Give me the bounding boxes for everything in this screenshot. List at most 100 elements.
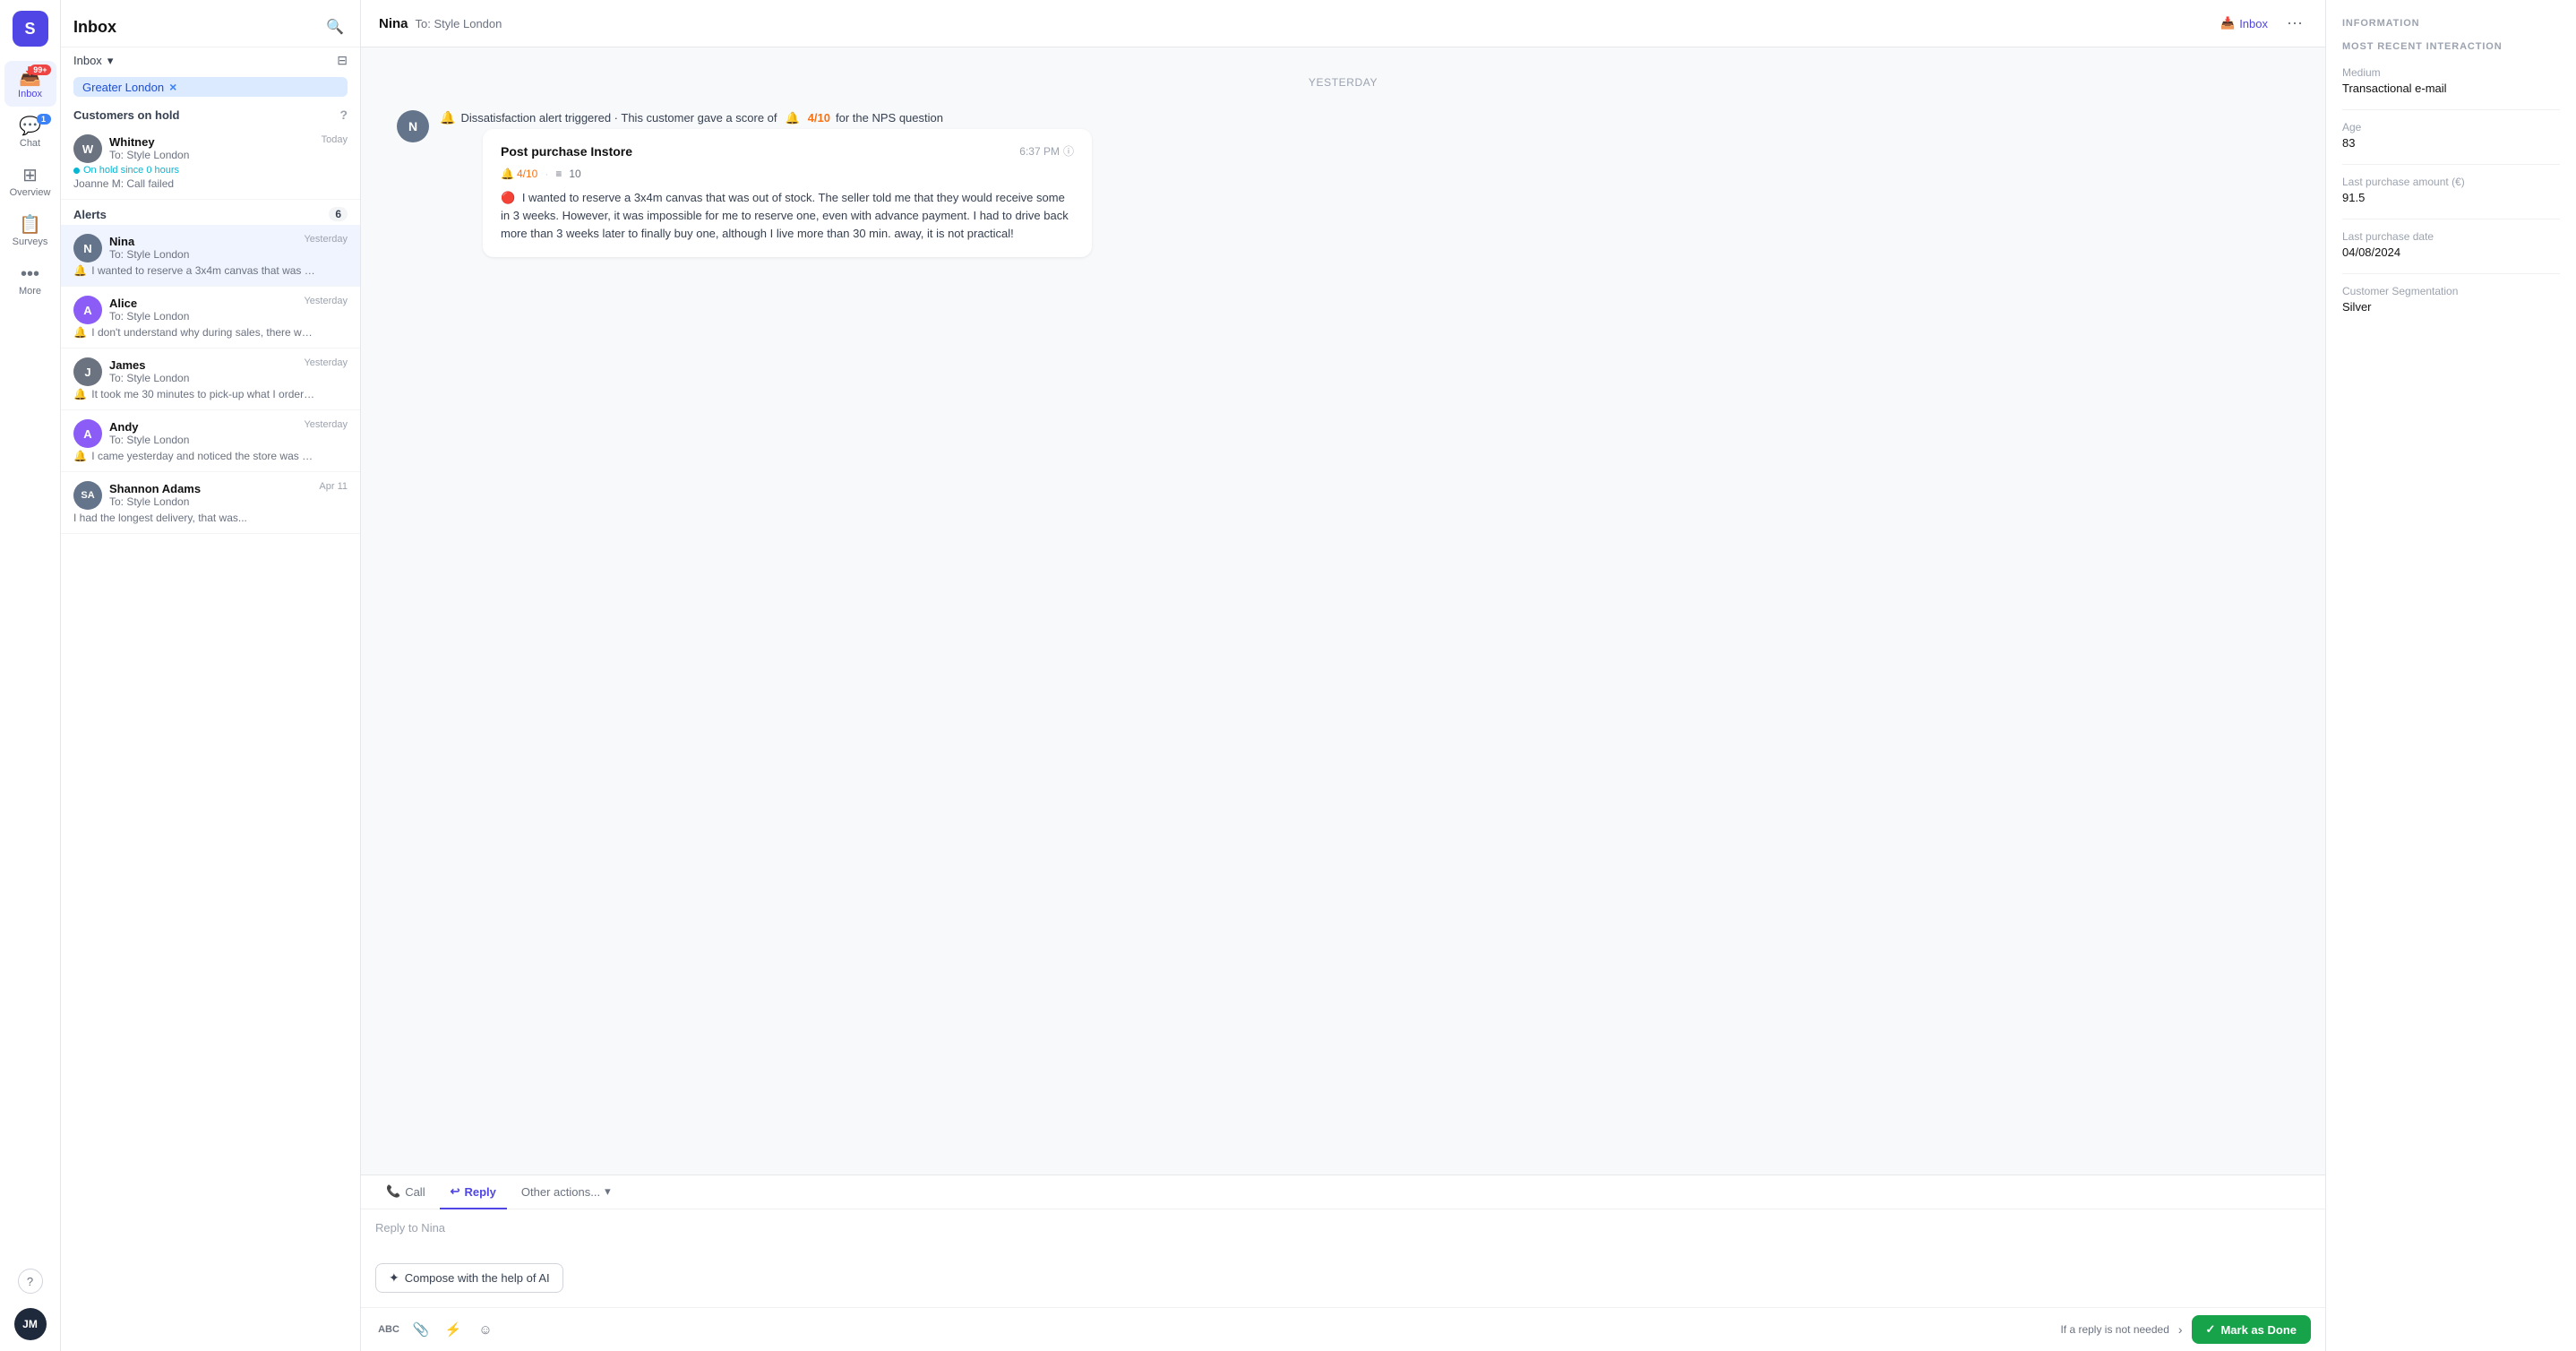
abc-format-button[interactable]: ABC	[375, 1316, 402, 1343]
conversation-item-whitney[interactable]: W Whitney To: Style London Today On hold…	[61, 125, 360, 200]
bolt-icon: ⚡	[445, 1321, 462, 1338]
inbox-filter-label[interactable]: Inbox	[73, 54, 102, 67]
reply-input-area[interactable]: Reply to Nina	[361, 1209, 2325, 1263]
info-purchase-date-value: 04/08/2024	[2342, 245, 2560, 259]
nav-item-inbox[interactable]: 📥 99+ Inbox	[4, 61, 56, 107]
main-kebab-button[interactable]: ⋯	[2282, 11, 2307, 36]
on-hold-help-icon[interactable]: ?	[339, 108, 348, 122]
alerts-section-label: Alerts	[73, 208, 107, 221]
compose-ai-button[interactable]: ✦ Compose with the help of AI	[375, 1263, 563, 1293]
alice-date: Yesterday	[304, 296, 348, 306]
chat-badge: 1	[37, 114, 51, 125]
reply-placeholder: Reply to Nina	[375, 1221, 445, 1235]
whitney-avatar: W	[73, 134, 102, 163]
filter-tag-label: Greater London	[82, 81, 164, 94]
shannon-avatar: SA	[73, 481, 102, 510]
info-panel: INFORMATION MOST RECENT INTERACTION Medi…	[2325, 0, 2576, 1351]
filter-tag-close[interactable]: ×	[169, 80, 176, 94]
call-tab-icon: 📞	[386, 1184, 400, 1199]
nav-sidebar: S 📥 99+ Inbox 💬 1 Chat ⊞ Overview 📋 Surv…	[0, 0, 61, 1351]
info-age-value: 83	[2342, 136, 2560, 150]
andy-avatar: A	[73, 419, 102, 448]
nav-item-more[interactable]: ••• More	[4, 258, 56, 304]
main-to: To: Style London	[416, 17, 502, 30]
on-hold-tag: On hold since 0 hours	[73, 165, 348, 176]
error-dot-icon: 🔴	[501, 191, 515, 204]
help-icon: ?	[27, 1275, 33, 1288]
andy-preview: 🔔 I came yesterday and noticed the store…	[73, 450, 315, 462]
conversation-item-nina[interactable]: N Nina To: Style London Yesterday 🔔 I wa…	[61, 225, 360, 287]
messages-area: YESTERDAY N 🔔 Dissatisfaction alert trig…	[361, 47, 2325, 1175]
info-section-title: INFORMATION	[2342, 18, 2560, 29]
bubble-meta: 🔔 4/10 · ≡ 10	[501, 168, 1074, 180]
user-avatar[interactable]: JM	[14, 1308, 47, 1340]
info-segmentation-label: Customer Segmentation	[2342, 285, 2560, 297]
tab-reply[interactable]: ↩ Reply	[440, 1175, 507, 1209]
bolt-button[interactable]: ⚡	[440, 1316, 467, 1343]
help-button[interactable]: ?	[18, 1269, 43, 1294]
reply-tabs: 📞 Call ↩ Reply Other actions... ▾	[361, 1175, 2325, 1209]
nav-label-more: More	[19, 286, 41, 297]
info-segmentation: Customer Segmentation Silver	[2342, 285, 2560, 314]
nav-item-surveys[interactable]: 📋 Surveys	[4, 209, 56, 254]
on-hold-section-label: Customers on hold	[73, 108, 179, 122]
conversation-item-alice[interactable]: A Alice To: Style London Yesterday 🔔 I d…	[61, 287, 360, 349]
alert-banner: 🔔 Dissatisfaction alert triggered · This…	[440, 110, 2289, 129]
info-purchase-amount-value: 91.5	[2342, 191, 2560, 204]
alerts-count: 6	[329, 207, 348, 221]
date-divider: YESTERDAY	[397, 76, 2289, 89]
andy-name: Andy	[109, 420, 189, 434]
conversation-item-andy[interactable]: A Andy To: Style London Yesterday 🔔 I ca…	[61, 410, 360, 472]
james-preview: 🔔 It took me 30 minutes to pick-up what …	[73, 388, 315, 400]
nav-item-overview[interactable]: ⊞ Overview	[4, 159, 56, 205]
info-icon[interactable]: ⓘ	[1063, 143, 1074, 159]
nav-label-inbox: Inbox	[18, 89, 42, 99]
alert-score: 4/10	[808, 111, 830, 125]
shannon-preview: I had the longest delivery, that was...	[73, 512, 315, 524]
nps-flag-icon: 🔔	[786, 111, 800, 125]
inbox-filter-row: Inbox ▾ ⊟	[61, 47, 360, 73]
nav-label-surveys: Surveys	[13, 237, 48, 247]
nina-avatar: N	[73, 234, 102, 262]
mark-as-done-button[interactable]: ✓ Mark as Done	[2192, 1315, 2311, 1344]
alice-avatar: A	[73, 296, 102, 324]
inbox-tag-button[interactable]: 📥 Inbox	[2213, 13, 2275, 34]
filter-toggle-icon[interactable]: ⊟	[337, 53, 348, 68]
info-age-label: Age	[2342, 121, 2560, 133]
inbox-header-icons: 🔍	[322, 14, 348, 39]
tab-call[interactable]: 📞 Call	[375, 1175, 436, 1209]
layers-icon: ≡	[555, 168, 562, 180]
inbox-panel-header: Inbox 🔍	[61, 0, 360, 47]
compose-ai-label: Compose with the help of AI	[405, 1271, 550, 1285]
conversation-item-james[interactable]: J James To: Style London Yesterday 🔔 It …	[61, 349, 360, 410]
alert-bell-icon: 🔔	[440, 110, 455, 125]
tab-other-actions[interactable]: Other actions... ▾	[511, 1175, 622, 1209]
alice-preview: 🔔 I don't understand why during sales, t…	[73, 326, 315, 339]
mark-done-label: Mark as Done	[2220, 1323, 2297, 1337]
surveys-icon: 📋	[19, 216, 41, 234]
inbox-search-button[interactable]: 🔍	[322, 14, 348, 39]
nav-item-chat[interactable]: 💬 1 Chat	[4, 110, 56, 156]
info-purchase-date: Last purchase date 04/08/2024	[2342, 230, 2560, 259]
inbox-tag-label: Inbox	[2239, 17, 2268, 30]
mark-done-check-icon: ✓	[2206, 1322, 2216, 1337]
nina-alert-icon: 🔔	[73, 264, 87, 277]
attach-button[interactable]: 📎	[408, 1316, 434, 1343]
overview-icon: ⊞	[22, 167, 38, 185]
message-bubble: Post purchase Instore 6:37 PM ⓘ 🔔 4/10 ·…	[483, 129, 1092, 257]
whitney-date: Today	[322, 134, 348, 145]
james-avatar: J	[73, 357, 102, 386]
toolbar-right: If a reply is not needed › ✓ Mark as Don…	[2060, 1315, 2311, 1344]
emoji-icon: ☺	[478, 1322, 492, 1338]
alice-name: Alice	[109, 297, 189, 310]
conversation-item-shannon[interactable]: SA Shannon Adams To: Style London Apr 11…	[61, 472, 360, 534]
shannon-name: Shannon Adams	[109, 482, 201, 495]
score-flag-icon: 🔔	[501, 168, 514, 180]
alice-alert-icon: 🔔	[73, 326, 87, 339]
no-reply-text: If a reply is not needed	[2060, 1323, 2168, 1336]
emoji-button[interactable]: ☺	[472, 1316, 499, 1343]
andy-alert-icon: 🔔	[73, 450, 87, 462]
main-conversation-area: Nina To: Style London 📥 Inbox ⋯ YESTERDA…	[361, 0, 2325, 1351]
more-icon: •••	[21, 265, 39, 283]
app-logo: S	[13, 11, 48, 47]
